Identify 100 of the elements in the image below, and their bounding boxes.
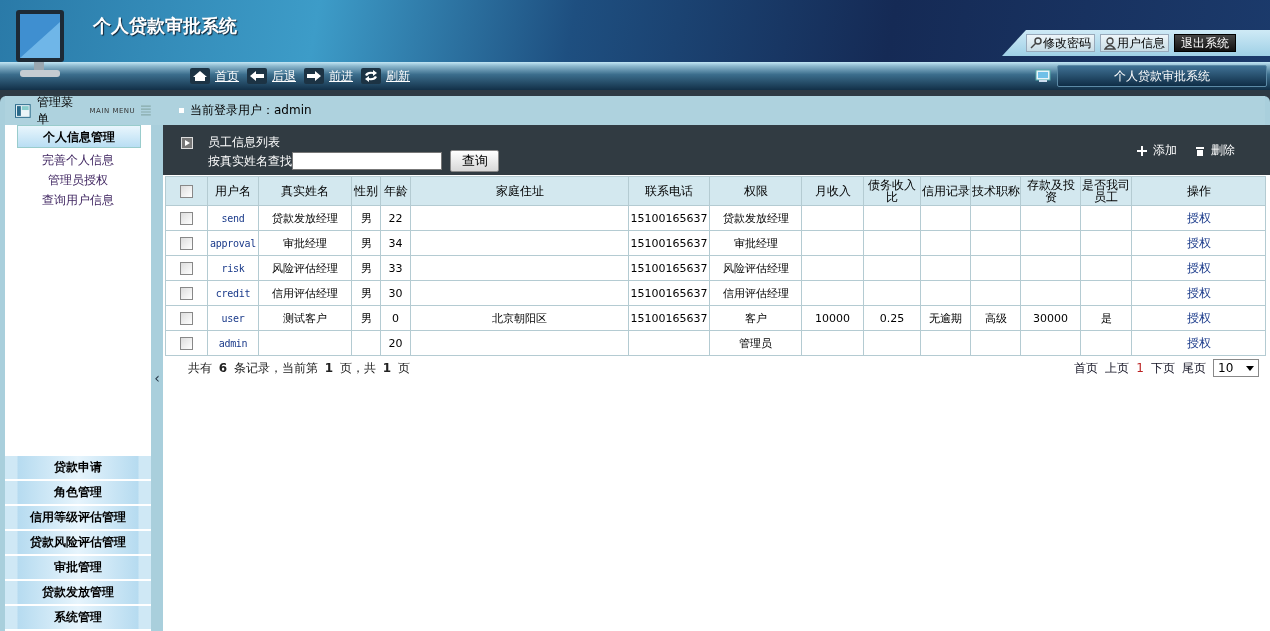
authorize-link[interactable]: 授权 [1186, 285, 1211, 300]
cell-text: 贷款发放经理 [272, 211, 338, 225]
table-cell [863, 205, 921, 231]
cell-text: 10000 [815, 311, 850, 325]
cell-text: 0 [392, 311, 399, 325]
column-header: 技术职称 [970, 176, 1021, 206]
username-link[interactable]: risk [221, 262, 245, 274]
table-cell [863, 255, 921, 281]
nav-link[interactable]: 前进 [329, 67, 353, 85]
cell-text: 风险评估经理 [722, 261, 789, 275]
table-cell [863, 230, 921, 256]
logout-button[interactable]: 退出系统 [1174, 34, 1236, 52]
menu-item[interactable]: 完善个人信息 [42, 150, 114, 170]
play-icon [181, 137, 193, 149]
authorize-link[interactable]: 授权 [1186, 310, 1211, 325]
table-cell [1020, 205, 1081, 231]
cell-text: 是 [1100, 311, 1112, 325]
username-link[interactable]: send [221, 212, 245, 224]
change-password-button[interactable]: 修改密码 [1026, 34, 1095, 52]
column-header: 联系电话 [628, 176, 710, 206]
cell-text: 30 [388, 286, 403, 300]
column-header: 性别 [351, 176, 381, 206]
cell-text: 审批经理 [283, 236, 327, 250]
cell-text: 审批经理 [733, 236, 778, 250]
column-header: 月收入 [801, 176, 864, 206]
column-header: 操作 [1131, 176, 1266, 206]
cell-text: 15100165637 [630, 311, 708, 325]
list-icon [141, 104, 151, 117]
username-link[interactable]: approval [210, 237, 256, 249]
cell-text: 无逾期 [929, 311, 962, 325]
left-arrow-icon [247, 68, 267, 84]
search-label: 按真实姓名查找 [208, 152, 292, 170]
page-size-select[interactable]: 10 [1213, 359, 1259, 377]
checkbox[interactable] [180, 336, 193, 350]
nav-link[interactable]: 后退 [272, 67, 296, 85]
checkbox[interactable] [180, 184, 193, 198]
authorize-link[interactable]: 授权 [1186, 260, 1211, 275]
menu-section[interactable]: 审批管理 [5, 556, 151, 580]
pager-link[interactable]: 上页 [1105, 359, 1130, 377]
panel-icon [15, 103, 31, 118]
nav-link[interactable]: 刷新 [386, 67, 410, 85]
authorize-link[interactable]: 授权 [1186, 235, 1211, 250]
column-header: 年龄 [380, 176, 411, 206]
user-icon [1104, 36, 1116, 50]
checkbox[interactable] [180, 261, 193, 275]
pager-link[interactable]: 尾页 [1182, 359, 1206, 377]
cell-text: 男 [360, 211, 372, 225]
menu-section[interactable]: 贷款发放管理 [5, 581, 151, 605]
cell-text: 北京朝阳区 [492, 311, 547, 325]
checkbox[interactable] [180, 311, 193, 325]
checkbox[interactable] [180, 236, 193, 250]
monitor-icon [1035, 69, 1051, 83]
menu-section[interactable]: 系统管理 [5, 606, 151, 630]
list-title: 员工信息列表 [208, 135, 281, 149]
record-summary: 共有 6 条记录，当前第 1 页，共 1 页 [188, 359, 410, 377]
menu-item[interactable]: 查询用户信息 [42, 190, 114, 210]
menu-section[interactable]: 信用等级评估管理 [5, 506, 151, 530]
username-link[interactable]: user [221, 312, 245, 324]
checkbox[interactable] [180, 286, 193, 300]
cell-text: 高级 [984, 311, 1007, 325]
pager-link[interactable]: 下页 [1151, 359, 1175, 377]
app-title: 个人贷款审批系统 [93, 14, 237, 38]
menu-section[interactable]: 贷款申请 [5, 456, 151, 480]
menu-section[interactable]: 个人信息管理 [17, 125, 141, 148]
table-cell [920, 230, 971, 256]
cell-text: 信用评估经理 [272, 286, 338, 300]
page-number[interactable]: 1 [1136, 361, 1144, 375]
user-info-button[interactable]: 用户信息 [1100, 34, 1169, 52]
cell-text: 男 [360, 261, 372, 275]
plus-icon [1137, 145, 1147, 156]
delete-link[interactable]: 删除 [1195, 142, 1235, 159]
nav-link[interactable]: 首页 [215, 67, 239, 85]
menu-section[interactable]: 贷款风险评估管理 [5, 531, 151, 555]
table-cell [1020, 255, 1081, 281]
cell-text: 33 [388, 261, 403, 275]
menu-item[interactable]: 管理员授权 [48, 170, 108, 190]
add-link[interactable]: 添加 [1137, 142, 1177, 159]
column-header: 权限 [709, 176, 802, 206]
pager-link[interactable]: 首页 [1074, 359, 1099, 377]
cell-text: 15100165637 [630, 236, 708, 250]
cell-text: 34 [388, 236, 403, 250]
table-cell [970, 230, 1021, 256]
table-cell [920, 205, 971, 231]
home-icon [190, 68, 210, 84]
search-button[interactable]: 查询 [450, 150, 499, 172]
authorize-link[interactable]: 授权 [1186, 210, 1211, 225]
cell-text: 15100165637 [630, 261, 708, 275]
table-cell [1020, 230, 1081, 256]
column-header: 用户名 [207, 176, 259, 206]
cell-text: 信用评估经理 [722, 286, 789, 300]
cell-text: 22 [388, 211, 403, 225]
search-field[interactable] [292, 152, 442, 170]
checkbox[interactable] [180, 211, 193, 225]
bullet-icon [179, 108, 184, 113]
username-link[interactable]: credit [215, 287, 251, 299]
cell-text: 贷款发放经理 [722, 211, 789, 225]
username-link[interactable]: admin [218, 337, 248, 349]
authorize-link[interactable]: 授权 [1186, 335, 1211, 350]
cell-text: 男 [360, 236, 372, 250]
menu-section[interactable]: 角色管理 [5, 481, 151, 505]
